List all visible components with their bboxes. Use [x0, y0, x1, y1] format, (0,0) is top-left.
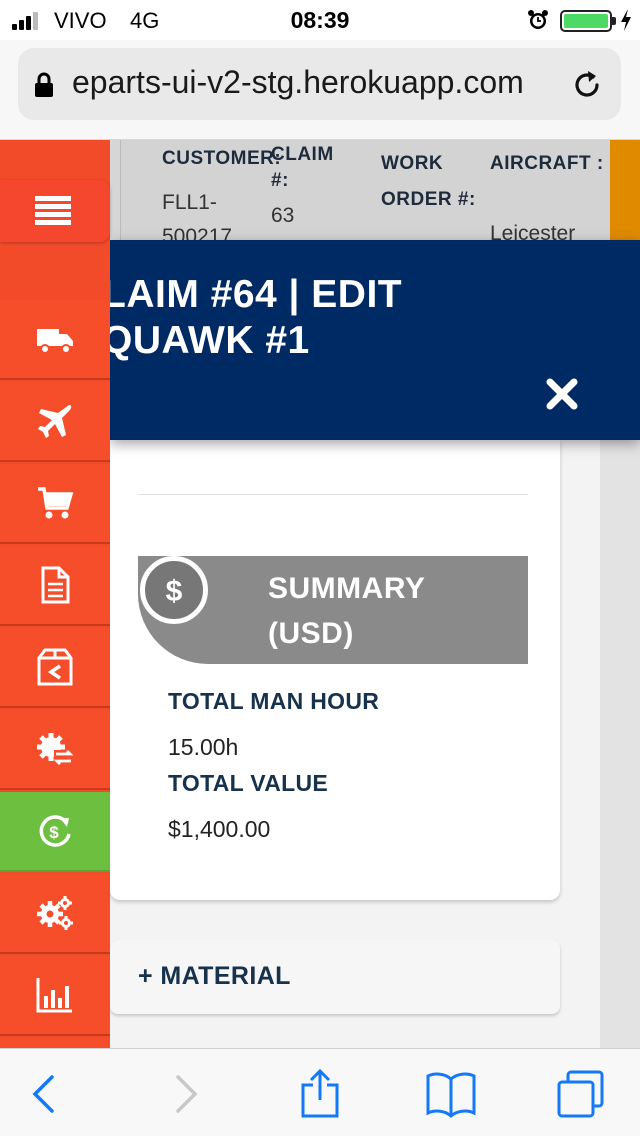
modal-title-line1: LAIM #64 | EDIT: [102, 273, 403, 316]
svg-text:$: $: [49, 823, 59, 842]
modal-title: LAIM #64 | EDIT QUAWK #1: [102, 272, 602, 364]
sidebar-item-reports[interactable]: [0, 956, 110, 1036]
sidebar-item-deliveries[interactable]: [0, 300, 110, 380]
bar-chart-icon: [36, 978, 72, 1013]
sidebar-item-exchanges[interactable]: [0, 710, 110, 790]
cart-icon: [38, 487, 74, 519]
gear-exchange-icon: [37, 733, 74, 766]
sidebar-item-claims[interactable]: $: [0, 792, 110, 872]
browser-toolbar: [0, 1048, 640, 1136]
sidebar-item-more[interactable]: [0, 1038, 110, 1048]
card-divider: [138, 494, 528, 495]
summary-title-line1: SUMMARY: [268, 572, 426, 605]
tabs-icon[interactable]: [556, 1069, 606, 1119]
modal-header: LAIM #64 | EDIT QUAWK #1: [102, 240, 640, 440]
svg-text:$: $: [166, 575, 183, 608]
total-value-label: TOTAL VALUE: [168, 770, 329, 796]
sidebar-item-settings[interactable]: [0, 874, 110, 954]
sidebar-item-returns[interactable]: [0, 628, 110, 708]
customer-column-label: CUSTOMER:: [162, 148, 282, 169]
work-order-column-label: WORK ORDER #:: [381, 153, 476, 210]
battery-cap: [612, 17, 616, 25]
sidebar-item-documents[interactable]: [0, 546, 110, 626]
summary-banner: $ SUMMARY (USD): [138, 556, 528, 664]
forward-icon[interactable]: [160, 1069, 210, 1119]
claim-column-label: CLAIM #:: [271, 144, 334, 191]
aircraft-column-label: AIRCRAFT :: [490, 153, 604, 174]
modal-scrollbar[interactable]: [600, 440, 640, 1048]
reload-icon[interactable]: [570, 68, 604, 102]
web-page: CUSTOMER: FLL1-500217 CLAIM #: 63 WORK O…: [0, 140, 640, 1048]
back-icon[interactable]: [20, 1069, 70, 1119]
summary-title-line2: (USD): [268, 617, 354, 650]
claim-value: 63: [271, 204, 295, 227]
airplane-icon: [38, 405, 72, 438]
truck-icon: [37, 329, 73, 354]
dollar-refresh-icon: $: [39, 815, 71, 847]
total-man-hour-value: 15.00h: [168, 734, 239, 760]
material-label: + MATERIAL: [138, 962, 291, 990]
alarm-icon: [528, 10, 548, 29]
row-status-strip: [610, 140, 640, 240]
sidebar-item-aircraft[interactable]: [0, 382, 110, 462]
browser-address-area: eparts-ui-v2-stg.herokuapp.com: [0, 40, 640, 140]
address-bar[interactable]: eparts-ui-v2-stg.herokuapp.com: [18, 48, 621, 120]
lock-icon: [35, 72, 53, 97]
status-bar: VIVO 4G 08:39: [0, 0, 640, 40]
total-man-hour-label: TOTAL MAN HOUR: [168, 688, 380, 714]
dollar-icon: $: [140, 556, 208, 624]
menu-icon: [35, 196, 71, 225]
material-section-toggle[interactable]: + MATERIAL: [110, 940, 560, 1014]
box-return-icon: [37, 648, 73, 686]
url-text[interactable]: eparts-ui-v2-stg.herokuapp.com: [72, 64, 567, 101]
modal-title-line2: QUAWK #1: [102, 319, 310, 362]
sidebar-toggle-button[interactable]: [0, 180, 110, 242]
sidebar: $: [0, 140, 110, 1048]
battery-icon: [560, 10, 612, 32]
share-icon[interactable]: [295, 1069, 345, 1119]
close-icon[interactable]: [542, 374, 582, 414]
gears-icon: [37, 896, 73, 930]
summary-card: $ SUMMARY (USD) TOTAL MAN HOUR 15.00h TO…: [110, 440, 560, 900]
total-value-value: $1,400.00: [168, 816, 271, 842]
sidebar-item-orders[interactable]: [0, 464, 110, 544]
document-icon: [41, 566, 70, 604]
charging-icon: [621, 9, 631, 31]
bookmarks-icon[interactable]: [426, 1069, 476, 1119]
summary-title: SUMMARY (USD): [268, 566, 518, 656]
